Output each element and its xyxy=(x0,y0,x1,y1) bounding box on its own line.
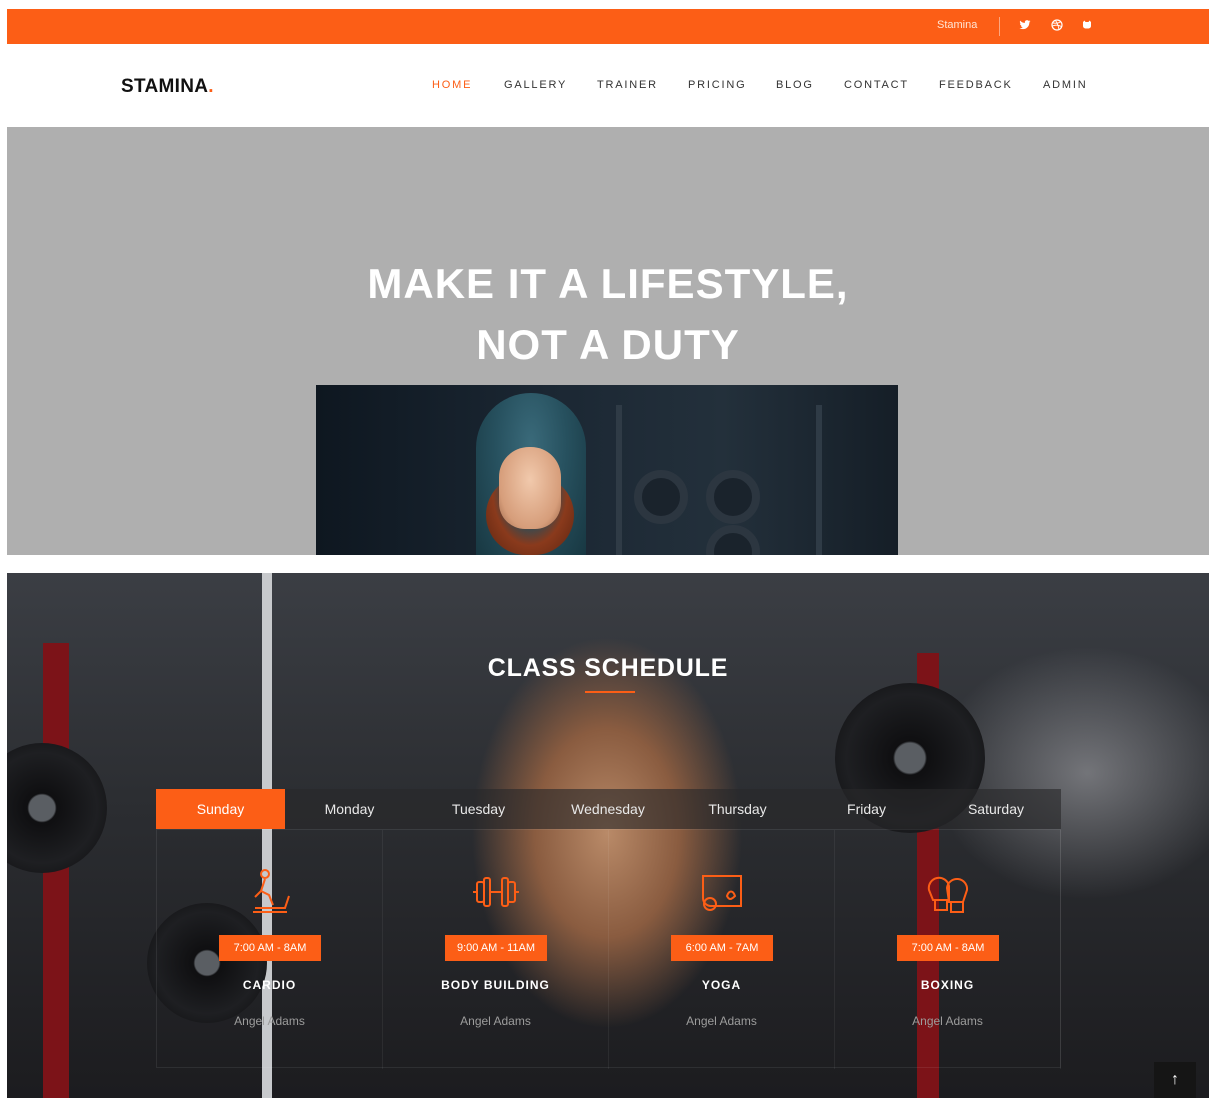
hero-section: MAKE IT A LIFESTYLE, NOT A DUTY xyxy=(7,127,1209,555)
tab-monday[interactable]: Monday xyxy=(285,789,414,829)
nav-gallery[interactable]: GALLERY xyxy=(504,79,567,91)
scroll-to-top-button[interactable]: ↑ xyxy=(1154,1062,1196,1098)
class-time: 9:00 AM - 11AM xyxy=(445,935,547,961)
face xyxy=(499,447,561,529)
schedule-table: 7:00 AM - 8AM CARDIO Angel Adams 9:00 AM… xyxy=(156,829,1061,1069)
yoga-mat-icon xyxy=(697,868,747,916)
weight-plate xyxy=(706,525,760,555)
arrow-up-icon: ↑ xyxy=(1171,1071,1179,1088)
topbar-divider xyxy=(999,17,1000,36)
nav-trainer[interactable]: TRAINER xyxy=(597,79,658,91)
class-time: 6:00 AM - 7AM xyxy=(671,935,773,961)
topbar-brand-link[interactable]: Stamina xyxy=(937,19,977,31)
rack-post xyxy=(616,405,622,555)
day-tabs: Sunday Monday Tuesday Wednesday Thursday… xyxy=(156,789,1061,829)
tab-thursday[interactable]: Thursday xyxy=(673,789,802,829)
class-time: 7:00 AM - 8AM xyxy=(897,935,999,961)
tab-saturday[interactable]: Saturday xyxy=(931,789,1061,829)
hero-title: MAKE IT A LIFESTYLE, NOT A DUTY xyxy=(7,253,1209,375)
schedule-title: CLASS SCHEDULE xyxy=(487,654,729,682)
class-trainer: Angel Adams xyxy=(460,1014,531,1028)
class-trainer: Angel Adams xyxy=(234,1014,305,1028)
nav-contact[interactable]: CONTACT xyxy=(844,79,909,91)
tab-tuesday[interactable]: Tuesday xyxy=(414,789,543,829)
rack-post xyxy=(816,405,822,555)
nav-blog[interactable]: BLOG xyxy=(776,79,814,91)
nav-pricing[interactable]: PRICING xyxy=(688,79,746,91)
nav-home[interactable]: HOME xyxy=(432,79,472,91)
class-name: BODY BUILDING xyxy=(441,978,550,992)
hero-image xyxy=(316,385,898,555)
hero-title-line2: NOT A DUTY xyxy=(476,321,740,368)
class-name: CARDIO xyxy=(242,978,297,992)
class-schedule-section: CLASS SCHEDULE Sunday Monday Tuesday Wed… xyxy=(7,573,1209,1098)
class-card[interactable]: 7:00 AM - 8AM CARDIO Angel Adams xyxy=(157,830,383,1069)
top-bar: Stamina xyxy=(7,9,1209,44)
class-time: 7:00 AM - 8AM xyxy=(219,935,321,961)
tab-sunday[interactable]: Sunday xyxy=(156,789,285,829)
class-name: YOGA xyxy=(701,978,742,992)
weight-plate xyxy=(706,470,760,524)
dumbbell-icon xyxy=(471,868,521,916)
dribbble-icon[interactable] xyxy=(1049,17,1065,33)
class-trainer: Angel Adams xyxy=(912,1014,983,1028)
nav-feedback[interactable]: FEEDBACK xyxy=(939,79,1013,91)
site-header: STAMINA. HOME GALLERY TRAINER PRICING BL… xyxy=(7,44,1209,127)
schedule-title-underline xyxy=(585,691,635,693)
main-nav: HOME GALLERY TRAINER PRICING BLOG CONTAC… xyxy=(7,79,1209,93)
hero-title-line1: MAKE IT A LIFESTYLE, xyxy=(367,260,849,307)
class-name: BOXING xyxy=(920,978,975,992)
weight-plate xyxy=(7,743,107,873)
nav-admin[interactable]: ADMIN xyxy=(1043,79,1087,91)
tab-wednesday[interactable]: Wednesday xyxy=(543,789,673,829)
class-trainer: Angel Adams xyxy=(686,1014,757,1028)
class-card[interactable]: 6:00 AM - 7AM YOGA Angel Adams xyxy=(609,830,835,1069)
class-card[interactable]: 9:00 AM - 11AM BODY BUILDING Angel Adams xyxy=(383,830,609,1069)
boxing-gloves-icon xyxy=(923,868,973,916)
twitter-icon[interactable] xyxy=(1017,17,1033,33)
class-card[interactable]: 7:00 AM - 8AM BOXING Angel Adams xyxy=(835,830,1061,1069)
github-icon[interactable] xyxy=(1079,17,1095,33)
weight-plate xyxy=(634,470,688,524)
tab-friday[interactable]: Friday xyxy=(802,789,931,829)
treadmill-icon xyxy=(245,868,295,916)
